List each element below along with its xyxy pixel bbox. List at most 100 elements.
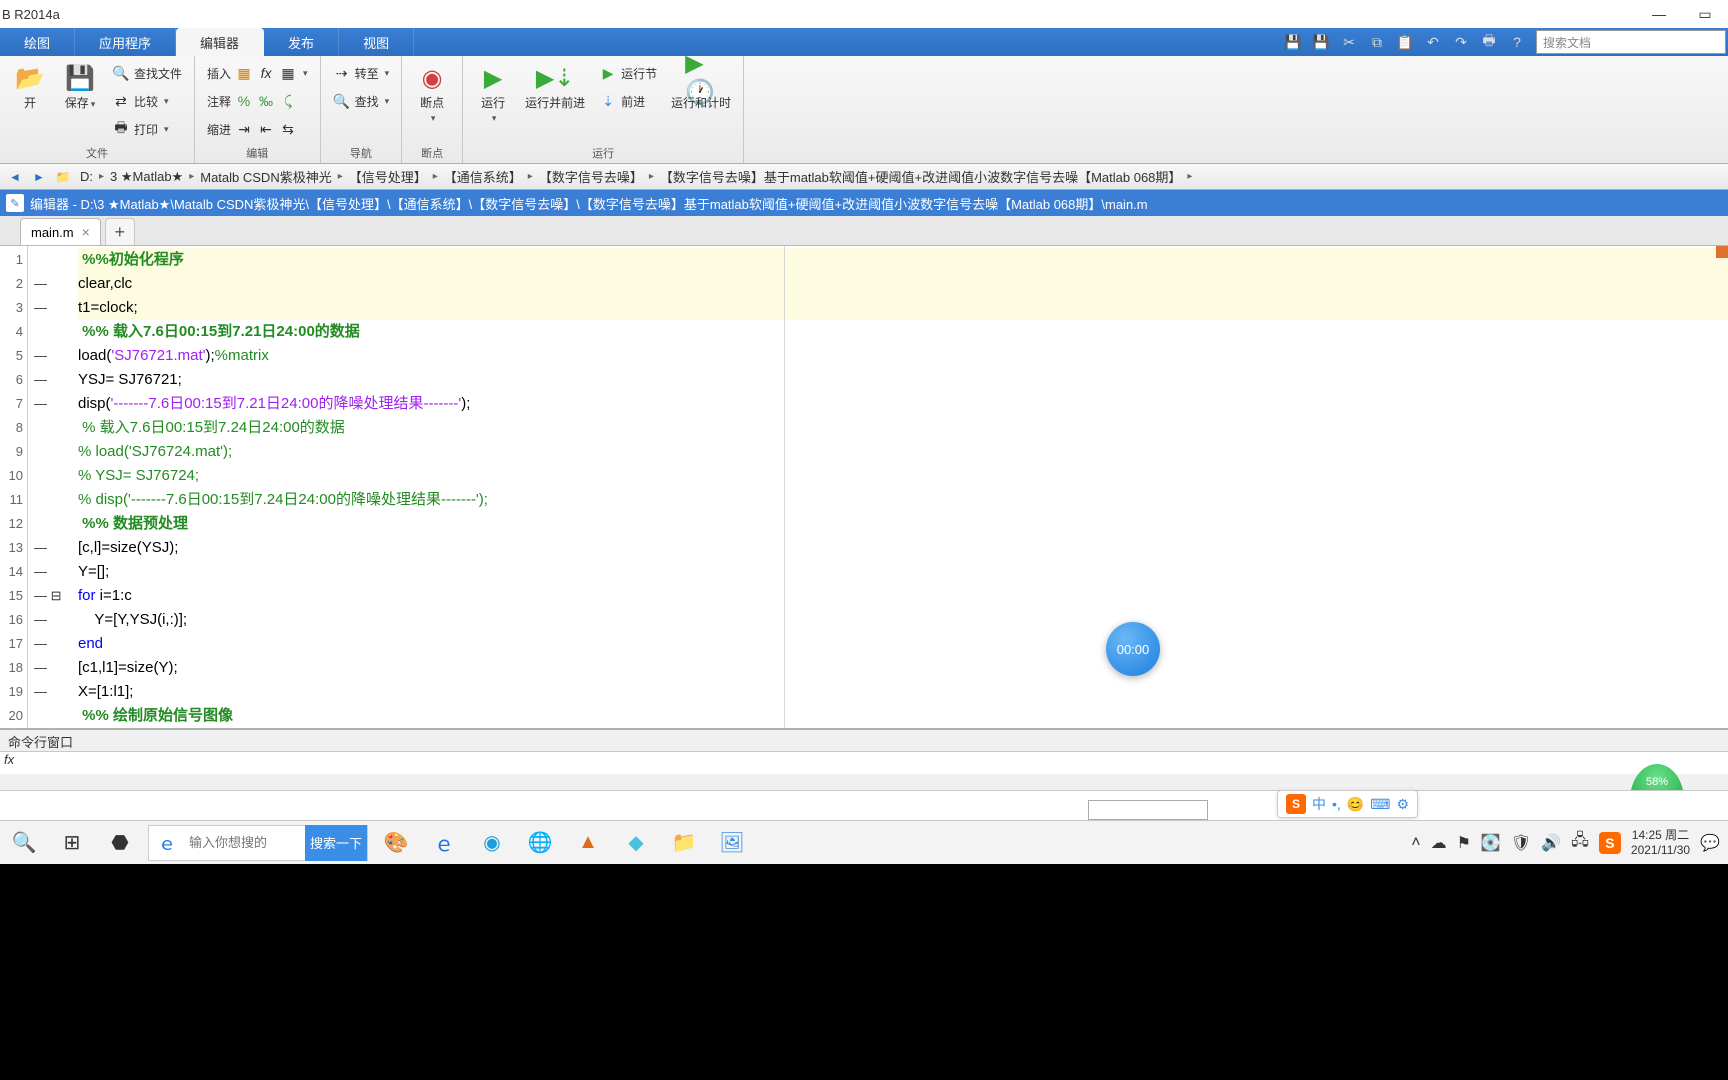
save-button[interactable]: 💾保存▾ <box>58 60 102 112</box>
goto-icon: ⇢ <box>333 64 351 82</box>
browser-icon[interactable]: 🌐 <box>516 821 564 865</box>
editor-titlebar: ✎ 编辑器 - D:\3 ★Matlab★\Matalb CSDN紫极神光\【信… <box>0 190 1728 216</box>
command-prompt[interactable]: fx <box>0 752 1728 774</box>
explorer-icon[interactable]: 📁 <box>660 821 708 865</box>
tray-clock[interactable]: 14:25 周二 2021/11/30 <box>1631 828 1690 857</box>
obs-icon[interactable]: ⬣ <box>96 821 144 865</box>
qat-copy-icon[interactable]: ⧉ <box>1366 31 1388 53</box>
breakpoints-button[interactable]: ◉断点▾ <box>410 60 454 127</box>
edge-app-icon[interactable]: ◉ <box>468 821 516 865</box>
tab-view[interactable]: 视图 <box>339 28 414 56</box>
taskbar-search-button[interactable]: 搜索一下 <box>305 825 367 861</box>
nav-fwd-button[interactable]: ► <box>28 167 50 187</box>
code-editor[interactable]: 1234567891011121314151617181920 ————————… <box>0 246 1728 730</box>
status-box <box>1088 800 1208 820</box>
folder-icon[interactable]: 📁 <box>52 167 74 187</box>
crumb-4[interactable]: 【通信系统】 <box>440 167 526 186</box>
ime-keyboard-icon[interactable]: ⌨ <box>1370 796 1390 813</box>
open-button[interactable]: 📂开 <box>8 60 52 112</box>
minimize-button[interactable]: — <box>1636 0 1682 28</box>
smartindent-icon: ⇆ <box>279 120 297 138</box>
ime-lang[interactable]: 中 <box>1312 794 1326 814</box>
ribbon-tabstrip: 绘图 应用程序 编辑器 发布 视图 💾 💾 ✂ ⧉ 📋 ↶ ↷ 🖶 ? 搜索文档 <box>0 28 1728 56</box>
close-tab-icon[interactable]: × <box>82 224 90 240</box>
ime-emoji-icon[interactable]: 😊 <box>1347 796 1364 813</box>
tab-apps[interactable]: 应用程序 <box>75 28 176 56</box>
tab-publish[interactable]: 发布 <box>264 28 339 56</box>
run-time-button[interactable]: ▶🕐运行和计时 <box>667 60 735 112</box>
insert-fx-icon: fx <box>257 64 275 82</box>
crumb-5[interactable]: 【数字信号去噪】 <box>535 167 647 186</box>
tray-security-icon[interactable]: 🛡 <box>1511 833 1531 853</box>
uncomment-icon: ‰ <box>257 92 275 110</box>
add-tab-button[interactable]: + <box>105 218 135 245</box>
crumb-drive[interactable]: D: <box>76 169 97 184</box>
advance-button[interactable]: ⇣前进 <box>595 88 661 114</box>
window-controls: — ▭ <box>1636 0 1728 28</box>
code-content[interactable]: %%初始化程序 clear,clc t1=clock; %% 载入7.6日00:… <box>74 246 1728 728</box>
recording-timer-badge[interactable]: 00:00 <box>1106 622 1160 676</box>
ime-punct-icon[interactable]: •, <box>1332 796 1341 812</box>
tray-chevron-icon[interactable]: ˄ <box>1411 834 1420 852</box>
tray-disk-icon[interactable]: 💽 <box>1481 833 1501 853</box>
taskview-icon[interactable]: ⊞ <box>48 821 96 865</box>
ie-app-icon[interactable]: ｅ <box>420 821 468 865</box>
nav-back-button[interactable]: ◄ <box>4 167 26 187</box>
crumb-6[interactable]: 【数字信号去噪】基于matlab软阈值+硬阈值+改进阈值小波数字信号去噪【Mat… <box>656 167 1186 186</box>
code-warning-indicator[interactable] <box>1716 246 1728 258</box>
tray-flag-icon[interactable]: ⚑ <box>1457 833 1471 853</box>
comment-button[interactable]: 注释 % ‰ ⤹ <box>203 88 312 114</box>
qat-print-icon[interactable]: 🖶 <box>1478 31 1500 53</box>
sogou-logo-icon: S <box>1286 794 1306 814</box>
crumb-2[interactable]: Matalb CSDN紫极神光 <box>196 167 335 186</box>
qat-help-icon[interactable]: ? <box>1506 31 1528 53</box>
taskbar-search[interactable]: ｅ 搜索一下 <box>148 825 368 861</box>
run-button[interactable]: ▶运行▾ <box>471 60 515 127</box>
run-time-icon: ▶🕐 <box>685 62 717 94</box>
file-tab-main[interactable]: main.m × <box>20 218 101 245</box>
ime-toolbar[interactable]: S 中 •, 😊 ⌨ ⚙ <box>1277 790 1418 818</box>
photos-icon[interactable]: 🖼 <box>708 821 756 865</box>
compare-button[interactable]: ⇄比较▾ <box>108 88 186 114</box>
tray-sogou-icon[interactable]: S <box>1599 832 1621 854</box>
comment-pct-icon: % <box>235 92 253 110</box>
ime-settings-icon[interactable]: ⚙ <box>1396 796 1409 813</box>
taskbar-search-icon[interactable]: 🔍 <box>0 821 48 865</box>
crumb-1[interactable]: 3 ★Matlab★ <box>106 169 187 185</box>
qat-redo-icon[interactable]: ↷ <box>1450 31 1472 53</box>
titlebar: B R2014a — ▭ <box>0 0 1728 28</box>
run-advance-button[interactable]: ▶⇣运行并前进 <box>521 60 589 112</box>
qat-paste-icon[interactable]: 📋 <box>1394 31 1416 53</box>
insert-var-icon: ▦ <box>279 64 297 82</box>
print-button[interactable]: 🖶打印▾ <box>108 116 186 142</box>
tray-notifications-icon[interactable]: 💬 <box>1700 833 1720 853</box>
app-icon-2[interactable]: ◆ <box>612 821 660 865</box>
crumb-3[interactable]: 【信号处理】 <box>345 167 431 186</box>
wrap-comment-icon: ⤹ <box>279 92 297 110</box>
taskbar-search-input[interactable] <box>185 826 305 860</box>
tray-volume-icon[interactable]: 🔊 <box>1541 833 1561 853</box>
findfiles-button[interactable]: 🔍查找文件 <box>108 60 186 86</box>
maximize-button[interactable]: ▭ <box>1682 0 1728 28</box>
group-bp-label: 断点 <box>410 143 454 163</box>
insert-button[interactable]: 插入 ▦ fx ▦▾ <box>203 60 312 86</box>
run-section-button[interactable]: ▶运行节 <box>595 60 661 86</box>
line-marks: ———————— ⊟———— <box>28 246 74 728</box>
line-gutter: 1234567891011121314151617181920 <box>0 246 28 728</box>
find-button[interactable]: 🔍查找▾ <box>329 88 394 114</box>
qat-cut-icon[interactable]: ✂ <box>1338 31 1360 53</box>
outdent-icon: ⇤ <box>257 120 275 138</box>
doc-search-input[interactable]: 搜索文档 <box>1536 30 1726 54</box>
matlab-app-icon[interactable]: ▲ <box>564 821 612 865</box>
tray-network-icon[interactable]: 🖧 <box>1571 829 1589 856</box>
qat-save2-icon[interactable]: 💾 <box>1310 31 1332 53</box>
tray-onedrive-icon[interactable]: ☁ <box>1431 833 1447 853</box>
indent-button[interactable]: 缩进 ⇥ ⇤ ⇆ <box>203 116 312 142</box>
qat-undo-icon[interactable]: ↶ <box>1422 31 1444 53</box>
qat-save-icon[interactable]: 💾 <box>1282 31 1304 53</box>
find-icon: 🔍 <box>333 92 351 110</box>
goto-button[interactable]: ⇢转至▾ <box>329 60 394 86</box>
tab-editor[interactable]: 编辑器 <box>176 28 264 56</box>
app-icon-1[interactable]: 🎨 <box>372 821 420 865</box>
tab-plot[interactable]: 绘图 <box>0 28 75 56</box>
